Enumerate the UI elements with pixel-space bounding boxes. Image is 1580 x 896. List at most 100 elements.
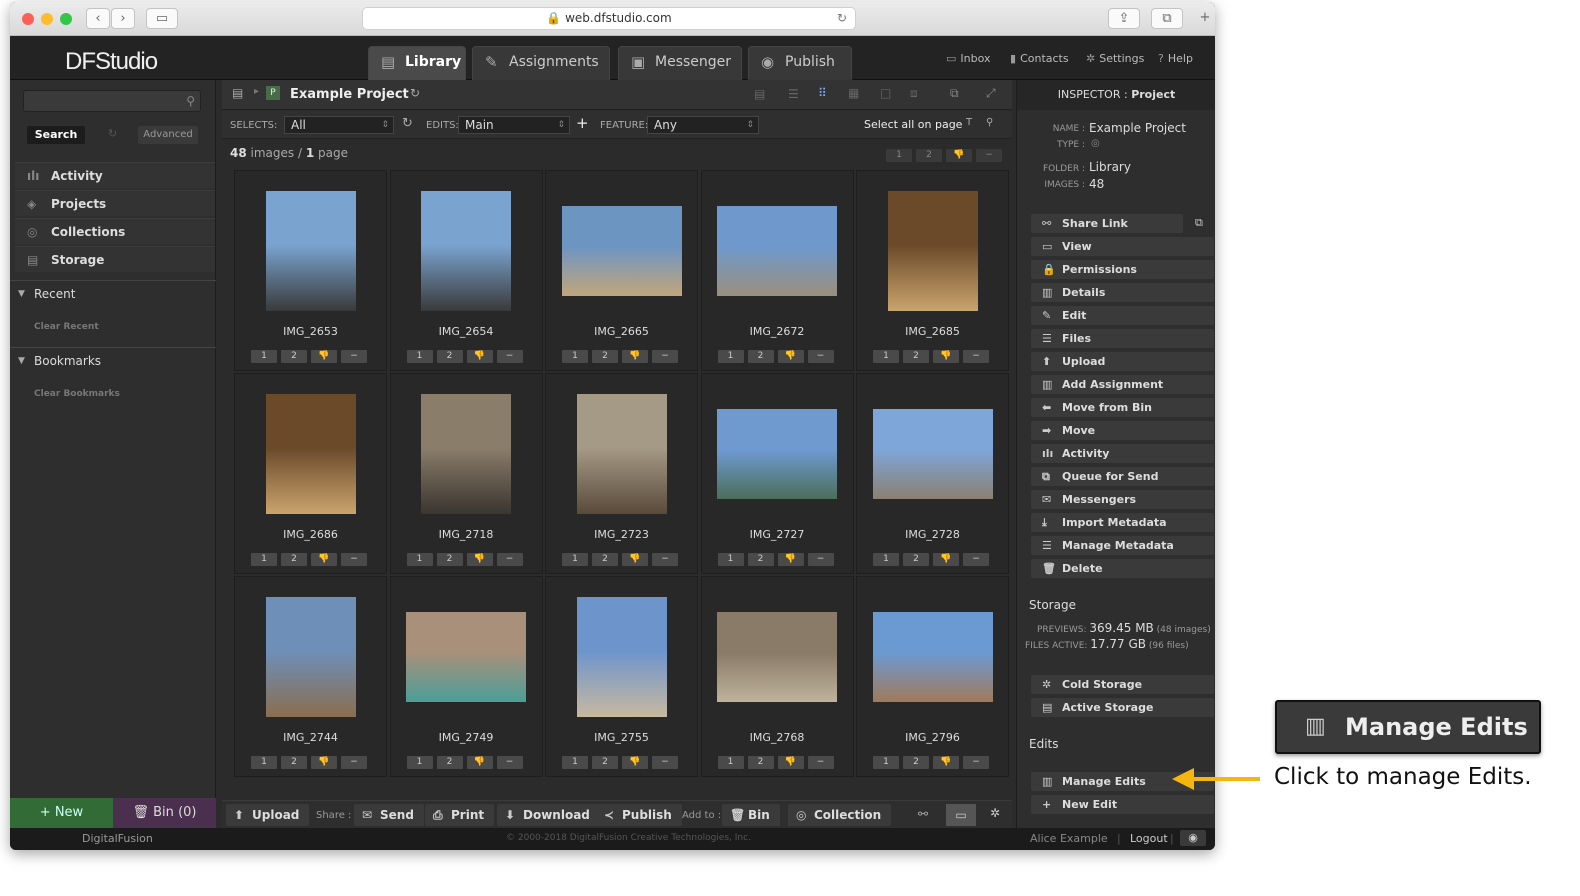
- image-tile[interactable]: IMG_2685 1 2 👎 −: [856, 170, 1009, 371]
- thumbs-down-icon[interactable]: 👎: [466, 756, 493, 769]
- add-to-bin-button[interactable]: 🗑 Bin: [722, 804, 780, 826]
- image-tile[interactable]: IMG_2653 1 2 👎 −: [234, 170, 387, 371]
- reset-icon[interactable]: ↻: [108, 127, 117, 140]
- selects-dropdown[interactable]: All ⇕: [284, 116, 394, 134]
- image-tile[interactable]: IMG_2686 1 2 👎 −: [234, 373, 387, 574]
- tab-library[interactable]: ▤ Library: [368, 46, 466, 80]
- select-two-button[interactable]: 2: [747, 756, 774, 769]
- import-metadata-button[interactable]: ⤓ Import Metadata: [1031, 513, 1214, 532]
- filter-reject-button[interactable]: −: [976, 149, 1002, 162]
- share-link-button[interactable]: ⚯ Share Link: [1031, 214, 1183, 233]
- select-two-button[interactable]: 2: [436, 756, 463, 769]
- image-thumbnail[interactable]: [265, 191, 356, 311]
- image-thumbnail[interactable]: [421, 394, 511, 514]
- sidebar-item-projects[interactable]: ◈ Projects: [15, 190, 215, 216]
- select-two-button[interactable]: 2: [436, 553, 463, 566]
- move-from-bin-button[interactable]: ⬅ Move from Bin: [1031, 398, 1214, 417]
- select-one-button[interactable]: 1: [873, 553, 899, 566]
- select-one-button[interactable]: 1: [717, 756, 744, 769]
- image-thumbnail[interactable]: [887, 191, 978, 311]
- cold-storage-button[interactable]: ✲ Cold Storage: [1031, 675, 1214, 694]
- image-thumbnail[interactable]: [717, 409, 837, 499]
- upload-button[interactable]: ⬆ Upload: [1031, 352, 1214, 371]
- add-assignment-button[interactable]: ▥ Add Assignment: [1031, 375, 1214, 394]
- search-button[interactable]: Search: [27, 126, 85, 144]
- bin-button[interactable]: 🗑 Bin (0): [113, 798, 216, 828]
- messengers-button[interactable]: ✉ Messengers: [1031, 490, 1214, 509]
- queue-for-send-button[interactable]: ⧉ Queue for Send: [1031, 467, 1214, 486]
- thumbs-down-icon[interactable]: 👎: [933, 553, 959, 566]
- select-two-button[interactable]: 2: [436, 350, 463, 363]
- contacts-link[interactable]: ▮ Contacts: [1010, 52, 1069, 65]
- select-one-button[interactable]: 1: [406, 350, 433, 363]
- grid-small-icon[interactable]: ⠿: [818, 86, 827, 100]
- bookmarks-section[interactable]: ▼ Bookmarks: [10, 347, 216, 373]
- single-view-icon[interactable]: □: [880, 86, 891, 100]
- minimize-window-button[interactable]: [41, 13, 53, 25]
- reject-button[interactable]: −: [963, 350, 989, 363]
- files-button[interactable]: ☰ Files: [1031, 329, 1214, 348]
- print-button[interactable]: ⎙ Print: [425, 804, 495, 826]
- select-two-button[interactable]: 2: [903, 350, 929, 363]
- manage-metadata-terms-button[interactable]: ☰Manage Metadata Terms: [1031, 536, 1214, 571]
- recent-section[interactable]: ▼ Recent: [10, 280, 216, 306]
- reject-button[interactable]: −: [807, 553, 834, 566]
- copy-link-icon[interactable]: ⧉: [1195, 216, 1203, 230]
- thumbs-down-icon[interactable]: 👎: [622, 756, 648, 769]
- select-one-button[interactable]: 1: [873, 350, 899, 363]
- activity-button[interactable]: ılı Activity: [1031, 444, 1214, 463]
- list-view-icon[interactable]: ▤: [754, 87, 765, 101]
- compact-list-icon[interactable]: ☰: [788, 87, 799, 101]
- image-thumbnail[interactable]: [406, 612, 526, 702]
- image-tile[interactable]: IMG_2654 1 2 👎 −: [389, 170, 543, 371]
- select-two-button[interactable]: 2: [592, 350, 618, 363]
- text-filter-icon[interactable]: T: [966, 117, 972, 128]
- image-thumbnail[interactable]: [717, 206, 837, 296]
- reject-button[interactable]: −: [652, 350, 678, 363]
- reject-button[interactable]: −: [341, 553, 367, 566]
- reject-button[interactable]: −: [496, 350, 523, 363]
- select-one-button[interactable]: 1: [251, 756, 277, 769]
- select-all-link[interactable]: Select all on page: [864, 118, 962, 131]
- thumbs-down-icon[interactable]: 👎: [311, 350, 337, 363]
- sidebar-item-activity[interactable]: ılı Activity: [15, 162, 215, 188]
- eye-icon[interactable]: ◉: [1180, 830, 1206, 846]
- upload-button[interactable]: ⬆ Upload: [226, 804, 310, 826]
- filter-thumbs-down-icon[interactable]: 👎: [946, 149, 972, 162]
- refresh-icon[interactable]: ↻: [402, 116, 413, 131]
- select-one-button[interactable]: 1: [406, 553, 433, 566]
- image-thumbnail[interactable]: [576, 394, 667, 514]
- select-two-button[interactable]: 2: [903, 756, 929, 769]
- edit-button[interactable]: ✎ Edit: [1031, 306, 1214, 325]
- image-thumbnail[interactable]: [576, 597, 667, 717]
- image-tile[interactable]: IMG_2796 1 2 👎 −: [856, 576, 1009, 777]
- select-one-button[interactable]: 1: [562, 756, 588, 769]
- fullscreen-icon[interactable]: ⤢: [986, 86, 996, 101]
- active-storage-button[interactable]: ▤ Active Storage: [1031, 698, 1214, 717]
- select-two-button[interactable]: 2: [747, 553, 774, 566]
- delete-button[interactable]: 🗑 Delete: [1031, 559, 1214, 578]
- help-link[interactable]: ? Help: [1158, 52, 1193, 65]
- publish-button[interactable]: ≺ Publish: [596, 804, 682, 826]
- image-tile[interactable]: IMG_2749 1 2 👎 −: [389, 576, 543, 777]
- share-icon[interactable]: ⇪: [1108, 8, 1140, 29]
- filter-one-button[interactable]: 1: [886, 149, 912, 162]
- thumbs-down-icon[interactable]: 👎: [777, 756, 804, 769]
- refresh-icon[interactable]: ↻: [410, 86, 420, 100]
- select-one-button[interactable]: 1: [562, 350, 588, 363]
- thumbs-down-icon[interactable]: 👎: [311, 756, 337, 769]
- tab-publish[interactable]: ◉ Publish: [748, 46, 852, 80]
- zoom-window-button[interactable]: [60, 13, 72, 25]
- reject-button[interactable]: −: [652, 553, 678, 566]
- gear-icon[interactable]: ✲: [990, 806, 1000, 820]
- select-one-button[interactable]: 1: [251, 553, 277, 566]
- image-tile[interactable]: IMG_2744 1 2 👎 −: [234, 576, 387, 777]
- select-one-button[interactable]: 1: [406, 756, 433, 769]
- settings-link[interactable]: ✲ Settings: [1086, 52, 1144, 65]
- select-two-button[interactable]: 2: [592, 553, 618, 566]
- tabs-icon[interactable]: ⧉: [1151, 8, 1183, 29]
- thumbs-down-icon[interactable]: 👎: [622, 350, 648, 363]
- sidebar-item-collections[interactable]: ◎ Collections: [15, 218, 215, 244]
- thumbs-down-icon[interactable]: 👎: [777, 553, 804, 566]
- new-edit-button[interactable]: + New Edit: [1031, 795, 1214, 814]
